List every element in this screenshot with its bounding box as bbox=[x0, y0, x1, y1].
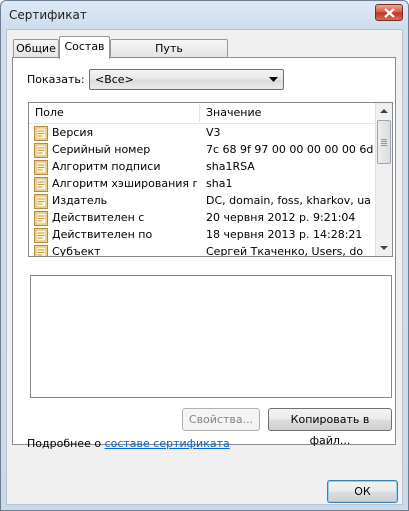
table-row[interactable]: Алгоритм подписи sha1RSA bbox=[29, 159, 375, 176]
certificate-field-icon bbox=[34, 126, 48, 141]
scroll-down-arrow[interactable] bbox=[376, 239, 392, 256]
ok-button[interactable]: ОК bbox=[327, 480, 398, 503]
certificate-field-icon bbox=[34, 228, 48, 243]
field-name: Алгоритм хэширования по... bbox=[52, 177, 197, 190]
field-value: sha1RSA bbox=[206, 160, 255, 173]
scroll-up-arrow[interactable] bbox=[376, 103, 392, 120]
list-rows: Версия V3 Серийный номер 7c 68 9f 97 00 00 … bbox=[29, 125, 375, 257]
field-name: Серийный номер bbox=[52, 143, 151, 156]
field-value: V3 bbox=[206, 126, 221, 139]
more-info-prefix: Подробнее о bbox=[27, 437, 105, 450]
tab-certification-path[interactable]: Путь сертификации bbox=[110, 39, 228, 73]
certificate-details-link[interactable]: составе сертификата bbox=[105, 437, 230, 450]
details-panel: Показать: <Все> Поле Значение Версия V3 Се… bbox=[12, 57, 396, 450]
copy-to-file-button[interactable]: Копировать в файл... bbox=[268, 408, 392, 447]
chevron-down-icon bbox=[269, 77, 278, 82]
list-scrollbar[interactable] bbox=[375, 103, 392, 256]
certificate-field-icon bbox=[34, 177, 48, 192]
certificate-field-icon bbox=[34, 143, 48, 158]
field-value: 7c 68 9f 97 00 00 00 00 00 6d bbox=[206, 143, 374, 156]
arrow-up-icon bbox=[380, 109, 388, 113]
table-row[interactable]: Алгоритм хэширования по... sha1 bbox=[29, 176, 375, 193]
tab-details[interactable]: Состав bbox=[59, 36, 110, 59]
certificate-window: Сертификат Общие Состав Путь сертификаци… bbox=[0, 0, 409, 511]
certificate-field-icon bbox=[34, 245, 48, 256]
table-row[interactable]: Субъект Сергей Ткаченко, Users, do bbox=[29, 244, 375, 257]
field-name: Субъект bbox=[52, 245, 101, 257]
properties-button[interactable]: Свойства... bbox=[182, 408, 260, 431]
field-detail-box[interactable] bbox=[30, 275, 392, 398]
show-dropdown[interactable]: <Все> bbox=[89, 69, 284, 90]
more-info-text: Подробнее о составе сертификата bbox=[27, 437, 230, 450]
certificate-field-icon bbox=[34, 211, 48, 226]
field-name: Действителен с bbox=[52, 211, 145, 224]
certificate-field-icon bbox=[34, 194, 48, 209]
show-label: Показать: bbox=[27, 73, 85, 86]
field-value: 20 червня 2012 р. 9:21:04 bbox=[206, 211, 356, 224]
table-row[interactable]: Действителен с 20 червня 2012 р. 9:21:04 bbox=[29, 210, 375, 227]
show-dropdown-value: <Все> bbox=[95, 73, 134, 86]
field-value: 18 червня 2013 р. 14:28:21 bbox=[206, 228, 363, 241]
list-header: Поле Значение bbox=[29, 103, 375, 124]
field-name: Действителен по bbox=[52, 228, 153, 241]
field-value: sha1 bbox=[206, 177, 233, 190]
table-row[interactable]: Действителен по 18 червня 2013 р. 14:28:2… bbox=[29, 227, 375, 244]
certificate-field-icon bbox=[34, 160, 48, 175]
fields-list[interactable]: Поле Значение Версия V3 Серийный номер 7c 6… bbox=[28, 102, 393, 257]
field-name: Алгоритм подписи bbox=[52, 160, 161, 173]
table-row[interactable]: Издатель DC, domain, foss, kharkov, ua bbox=[29, 193, 375, 210]
scroll-thumb[interactable] bbox=[377, 120, 391, 164]
close-button[interactable] bbox=[375, 4, 403, 21]
field-name: Издатель bbox=[52, 194, 108, 207]
arrow-down-icon bbox=[380, 246, 388, 250]
window-title: Сертификат bbox=[9, 8, 87, 22]
tab-general[interactable]: Общие bbox=[13, 39, 59, 57]
table-row[interactable]: Версия V3 bbox=[29, 125, 375, 142]
field-name: Версия bbox=[52, 126, 94, 139]
title-bar: Сертификат bbox=[1, 1, 408, 29]
field-value: DC, domain, foss, kharkov, ua bbox=[206, 194, 371, 207]
table-row[interactable]: Серийный номер 7c 68 9f 97 00 00 00 00 00… bbox=[29, 142, 375, 159]
column-header-field[interactable]: Поле bbox=[29, 103, 199, 122]
field-value: Сергей Ткаченко, Users, do bbox=[206, 245, 364, 257]
column-header-value[interactable]: Значение bbox=[200, 103, 375, 122]
dialog-client-area: Общие Состав Путь сертификации Показать:… bbox=[6, 29, 403, 505]
close-icon bbox=[384, 8, 395, 18]
